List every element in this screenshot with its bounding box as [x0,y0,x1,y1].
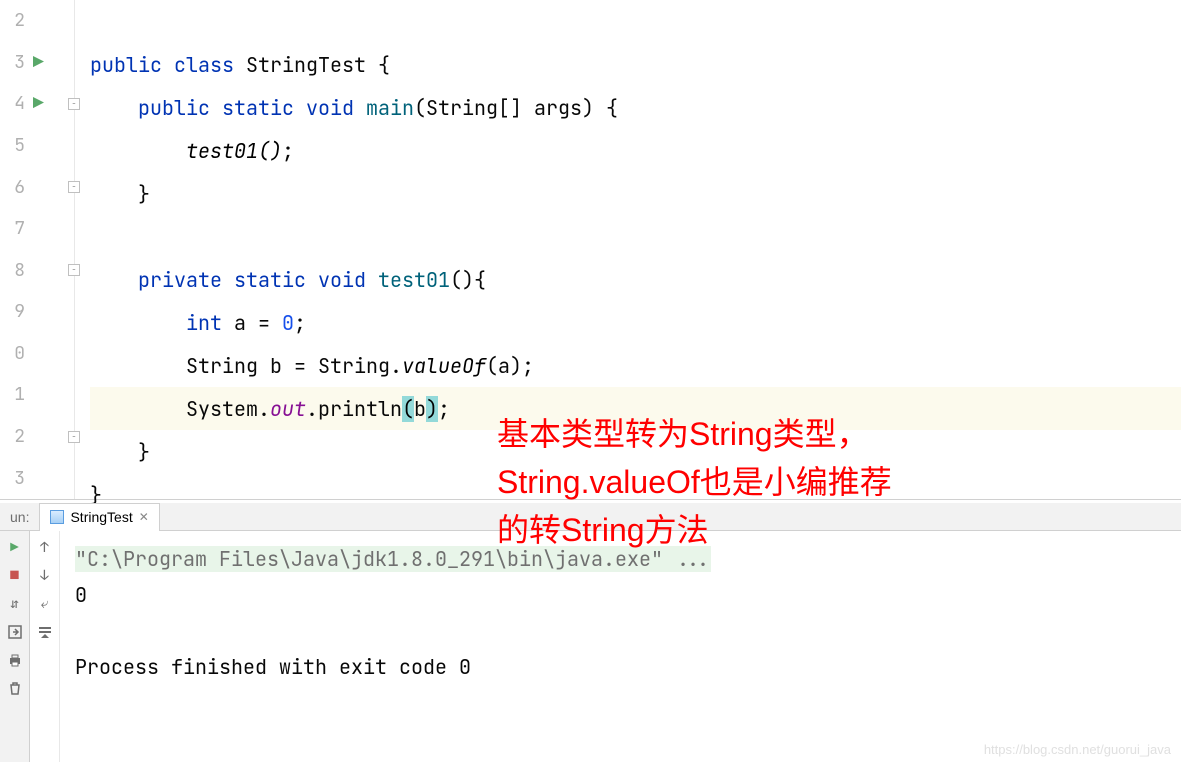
run-config-tab[interactable]: StringTest ✕ [39,503,159,531]
line-number: 6 [5,176,25,199]
line-number: 9 [5,300,25,323]
code-content[interactable]: public class StringTest { public static … [75,0,1181,499]
scroll-to-end-icon[interactable] [36,623,54,641]
layout-icon[interactable]: ⇵ [6,595,24,613]
line-number: 2 [5,425,25,448]
code-line[interactable] [90,215,1181,258]
run-gutter-icon[interactable]: ▶ [33,92,44,115]
code-line-highlighted[interactable]: System.out.println(b); [90,387,1181,430]
run-config-icon [50,510,64,524]
code-line[interactable]: int a = 0; [90,301,1181,344]
line-number: 0 [5,342,25,365]
delete-icon[interactable] [6,679,24,697]
line-number: 3 [5,467,25,490]
run-config-tab-name: StringTest [70,509,132,525]
line-number: 8 [5,259,25,282]
up-arrow-icon[interactable]: ↑ [36,539,54,557]
line-number: 7 [5,217,25,240]
run-toolbar-secondary: ↑ ↓ ⤶ [30,531,60,762]
console-command: "C:\Program Files\Java\jdk1.8.0_291\bin\… [75,546,711,572]
code-line[interactable]: public class StringTest { [90,43,1181,86]
watermark-text: https://blog.csdn.net/guorui_java [984,742,1171,757]
print-icon[interactable] [6,651,24,669]
stop-icon[interactable]: ■ [6,567,24,585]
run-toolbar-primary: ▶ ■ ⇵ [0,531,30,762]
close-tab-icon[interactable]: ✕ [139,510,149,524]
console-exit-message: Process finished with exit code 0 [75,649,1166,685]
down-arrow-icon[interactable]: ↓ [36,567,54,585]
soft-wrap-icon[interactable]: ⤶ [36,595,54,613]
line-number: 4 [5,92,25,115]
line-number: 2 [5,9,25,32]
code-line[interactable]: } [90,430,1181,473]
rerun-icon[interactable]: ▶ [6,539,24,557]
code-line[interactable]: } [90,172,1181,215]
code-editor[interactable]: 2 3 ▶ 4 ▶ − 5 6− 7 8− 9 0 1 2− 3 public … [0,0,1181,500]
line-number: 3 [5,51,25,74]
code-line[interactable]: String b = String.valueOf(a); [90,344,1181,387]
line-number: 5 [5,134,25,157]
code-line[interactable]: test01(); [90,129,1181,172]
run-panel-body: ▶ ■ ⇵ ↑ ↓ ⤶ "C:\Program Files\Java\jdk1.… [0,531,1181,762]
run-panel-header: un: StringTest ✕ [0,503,1181,531]
run-panel-label: un: [0,509,39,525]
run-gutter-icon[interactable]: ▶ [33,51,44,74]
console-stdout: 0 [75,577,1166,613]
code-line[interactable] [90,0,1181,43]
editor-gutter: 2 3 ▶ 4 ▶ − 5 6− 7 8− 9 0 1 2− 3 [0,0,75,499]
code-line[interactable]: private static void test01(){ [90,258,1181,301]
console-output[interactable]: "C:\Program Files\Java\jdk1.8.0_291\bin\… [60,531,1181,762]
line-number: 1 [5,383,25,406]
exit-icon[interactable] [6,623,24,641]
code-line[interactable]: public static void main(String[] args) { [90,86,1181,129]
